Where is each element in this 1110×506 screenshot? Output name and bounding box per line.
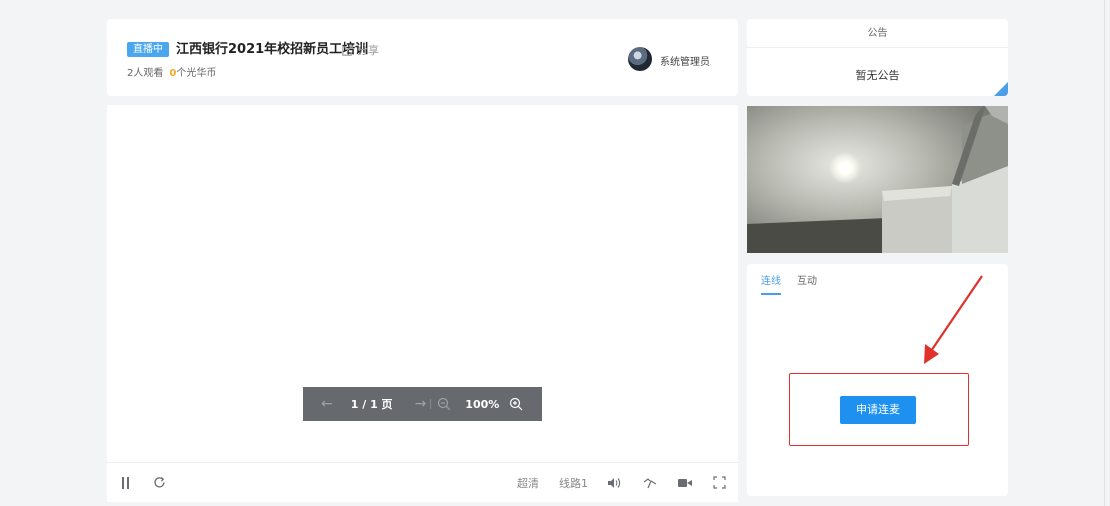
live-badge: 直播中 xyxy=(127,42,169,57)
room-stats: 2人观看 0个光华币 xyxy=(127,64,216,79)
tab-connect[interactable]: 连线 xyxy=(761,275,781,289)
pause-icon[interactable] xyxy=(121,477,131,489)
prev-page-icon[interactable]: ← xyxy=(321,396,333,412)
zoom-level: 100% xyxy=(465,397,500,411)
tab-interact[interactable]: 互动 xyxy=(797,275,817,289)
zoom-out-icon[interactable] xyxy=(437,397,451,411)
viewer-count: 2人观看 xyxy=(127,68,164,79)
danmaku-icon[interactable] xyxy=(643,477,657,489)
highlight-box xyxy=(789,373,969,446)
room-header: 直播中 江西银行2021年校招新员工培训 分享 2人观看 0个光华币 系统管理员 xyxy=(107,19,738,96)
active-tab-indicator xyxy=(761,293,781,295)
page-indicator: 1 / 1 页 xyxy=(350,398,393,411)
toolbar-divider xyxy=(430,399,432,409)
admin-avatar xyxy=(628,47,652,71)
notice-content: 暂无公告 xyxy=(855,69,900,82)
notice-title: 公告 xyxy=(747,19,1008,48)
room-title: 江西银行2021年校招新员工培训 xyxy=(176,42,369,57)
next-page-icon[interactable]: → xyxy=(415,396,427,412)
camera-preview xyxy=(747,106,1008,253)
volume-icon[interactable] xyxy=(607,477,621,489)
quality-selector[interactable]: 超清 xyxy=(517,475,539,491)
document-board: ← 1 / 1 页 → 100% 超清 线路1 xyxy=(107,105,738,502)
refresh-icon[interactable] xyxy=(153,476,166,489)
page-edge-divider xyxy=(1104,0,1105,506)
line-selector[interactable]: 线路1 xyxy=(559,475,588,491)
zoom-in-icon[interactable] xyxy=(509,397,523,411)
notice-corner-marker xyxy=(994,82,1008,96)
share-label: 分享 xyxy=(357,44,379,57)
share-icon xyxy=(342,44,353,56)
fullscreen-icon[interactable] xyxy=(713,476,726,489)
camera-icon[interactable] xyxy=(678,478,692,488)
admin-name: 系统管理员 xyxy=(660,57,710,68)
document-toolbar: ← 1 / 1 页 → 100% xyxy=(303,387,542,421)
camera-feed-image xyxy=(747,106,1008,253)
player-controls: 超清 线路1 xyxy=(107,462,738,502)
notice-panel: 公告 暂无公告 xyxy=(747,19,1008,96)
share-button[interactable]: 分享 xyxy=(341,42,379,58)
coin-count: 0个光华币 xyxy=(169,68,217,79)
annotation-arrow-icon xyxy=(924,275,983,364)
